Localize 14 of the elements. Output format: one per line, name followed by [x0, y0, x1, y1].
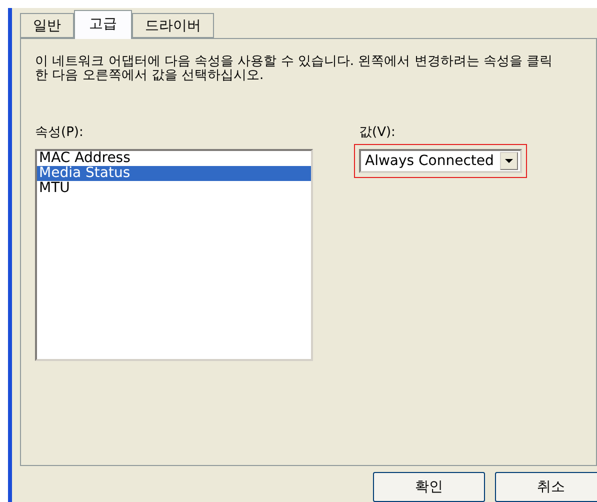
dropdown-value: Always Connected [365, 153, 494, 169]
cancel-button[interactable]: 취소 [495, 472, 597, 502]
value-dropdown[interactable]: Always Connected [359, 149, 522, 173]
list-item[interactable]: Media Status [37, 166, 311, 181]
tab[interactable]: 일반 [20, 13, 74, 38]
list-item[interactable]: MTU [37, 181, 311, 196]
tab[interactable]: 고급 [74, 10, 132, 39]
value-label: 값(V): [359, 124, 396, 141]
description-text: 이 네트워크 어댑터에 다음 속성을 사용할 수 있습니다. 왼쪽에서 변경하려는 속성을 클릭한 다음 오른쪽에서 값을 선택하십시오. [35, 55, 554, 83]
ok-button[interactable]: 확인 [373, 472, 485, 502]
list-item[interactable]: MAC Address [37, 151, 311, 166]
property-list[interactable]: MAC Address Media Status MTU [35, 149, 313, 361]
property-label: 속성(P): [35, 124, 84, 141]
tab[interactable]: 드라이버 [132, 13, 214, 38]
